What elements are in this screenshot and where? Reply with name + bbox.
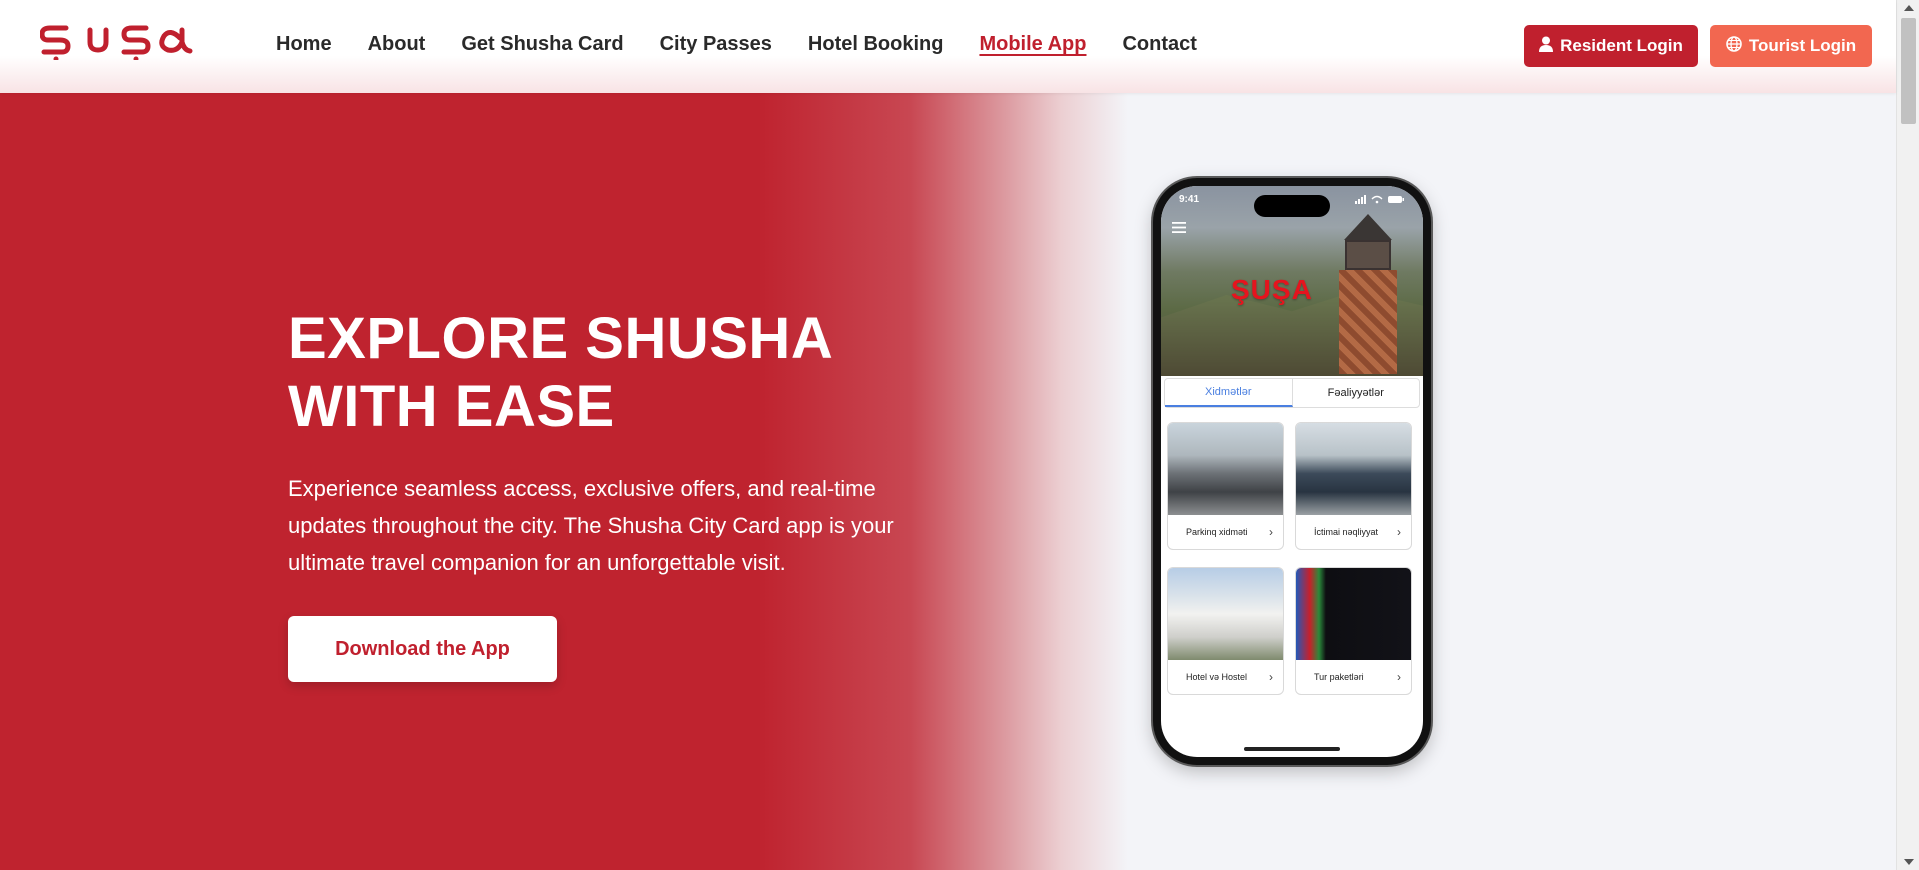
status-time: 9:41 — [1179, 194, 1200, 205]
nav-about[interactable]: About — [368, 33, 426, 56]
chevron-right-icon: › — [1269, 525, 1273, 539]
resident-login-label: Resident Login — [1560, 36, 1683, 55]
card-label: Hotel və Hostel — [1186, 672, 1248, 682]
phone-mockup: 9:41 ŞUŞA Xidmətlər Fəaliyyətlər Parkinq — [1153, 178, 1431, 765]
chevron-right-icon: › — [1397, 525, 1401, 539]
hotel-image — [1168, 568, 1283, 660]
chevron-right-icon: › — [1397, 670, 1401, 684]
nav-home[interactable]: Home — [276, 33, 332, 56]
chevron-right-icon: › — [1269, 670, 1273, 684]
hero-title-line1: EXPLORE SHUSHA — [288, 306, 834, 371]
minaret-illustration — [1335, 214, 1401, 376]
service-card-parking[interactable]: Parkinq xidməti › — [1167, 422, 1284, 550]
user-icon — [1539, 36, 1554, 57]
susa-logo[interactable] — [39, 18, 212, 62]
globe-icon — [1726, 35, 1742, 57]
app-banner-image: 9:41 ŞUŞA — [1161, 186, 1423, 376]
status-icons — [1355, 195, 1404, 204]
parking-image — [1168, 423, 1283, 515]
scroll-down-arrow-icon[interactable] — [1904, 859, 1914, 865]
card-label: İctimai nəqliyyat — [1314, 527, 1379, 537]
card-label: Parkinq xidməti — [1186, 527, 1248, 537]
card-label: Tur paketləri — [1314, 672, 1364, 682]
bus-image — [1296, 423, 1411, 515]
app-logo: ŞUŞA — [1231, 274, 1313, 305]
home-indicator — [1244, 747, 1340, 751]
hero-section: EXPLORE SHUSHA WITH EASE Experience seam… — [0, 93, 1896, 870]
hero-description: Experience seamless access, exclusive of… — [288, 476, 894, 575]
nav-hotel-booking[interactable]: Hotel Booking — [808, 33, 944, 56]
scroll-thumb[interactable] — [1901, 18, 1916, 124]
download-app-button[interactable]: Download the App — [288, 616, 557, 682]
nav-contact[interactable]: Contact — [1122, 33, 1196, 56]
service-card-hotel[interactable]: Hotel və Hostel › — [1167, 567, 1284, 695]
tourist-login-button[interactable]: Tourist Login — [1710, 25, 1872, 67]
page-scrollbar[interactable] — [1896, 0, 1919, 870]
service-card-tours[interactable]: Tur paketləri › — [1295, 567, 1412, 695]
service-card-transport[interactable]: İctimai nəqliyyat › — [1295, 422, 1412, 550]
app-tabs: Xidmətlər Fəaliyyətlər — [1164, 378, 1420, 408]
tab-fealiyyetler[interactable]: Fəaliyyətlər — [1293, 379, 1420, 407]
phone-screen: 9:41 ŞUŞA Xidmətlər Fəaliyyətlər Parkinq — [1161, 186, 1423, 757]
hamburger-menu-icon[interactable] — [1172, 222, 1186, 233]
dynamic-island — [1254, 195, 1330, 217]
resident-login-button[interactable]: Resident Login — [1524, 25, 1698, 67]
nav-city-passes[interactable]: City Passes — [660, 33, 772, 56]
tourist-login-label: Tourist Login — [1748, 36, 1857, 55]
tour-image — [1296, 568, 1411, 660]
hero-title: EXPLORE SHUSHA WITH EASE — [288, 305, 908, 441]
hero-title-line2: WITH EASE — [288, 374, 615, 439]
nav-get-shusha-card[interactable]: Get Shusha Card — [461, 33, 623, 56]
scroll-up-arrow-icon[interactable] — [1904, 5, 1914, 11]
tab-xidmetler[interactable]: Xidmətlər — [1165, 379, 1293, 407]
site-header: Home About Get Shusha Card City Passes H… — [0, 0, 1896, 93]
nav-mobile-app[interactable]: Mobile App — [979, 33, 1086, 56]
main-nav: Home About Get Shusha Card City Passes H… — [276, 33, 1233, 56]
